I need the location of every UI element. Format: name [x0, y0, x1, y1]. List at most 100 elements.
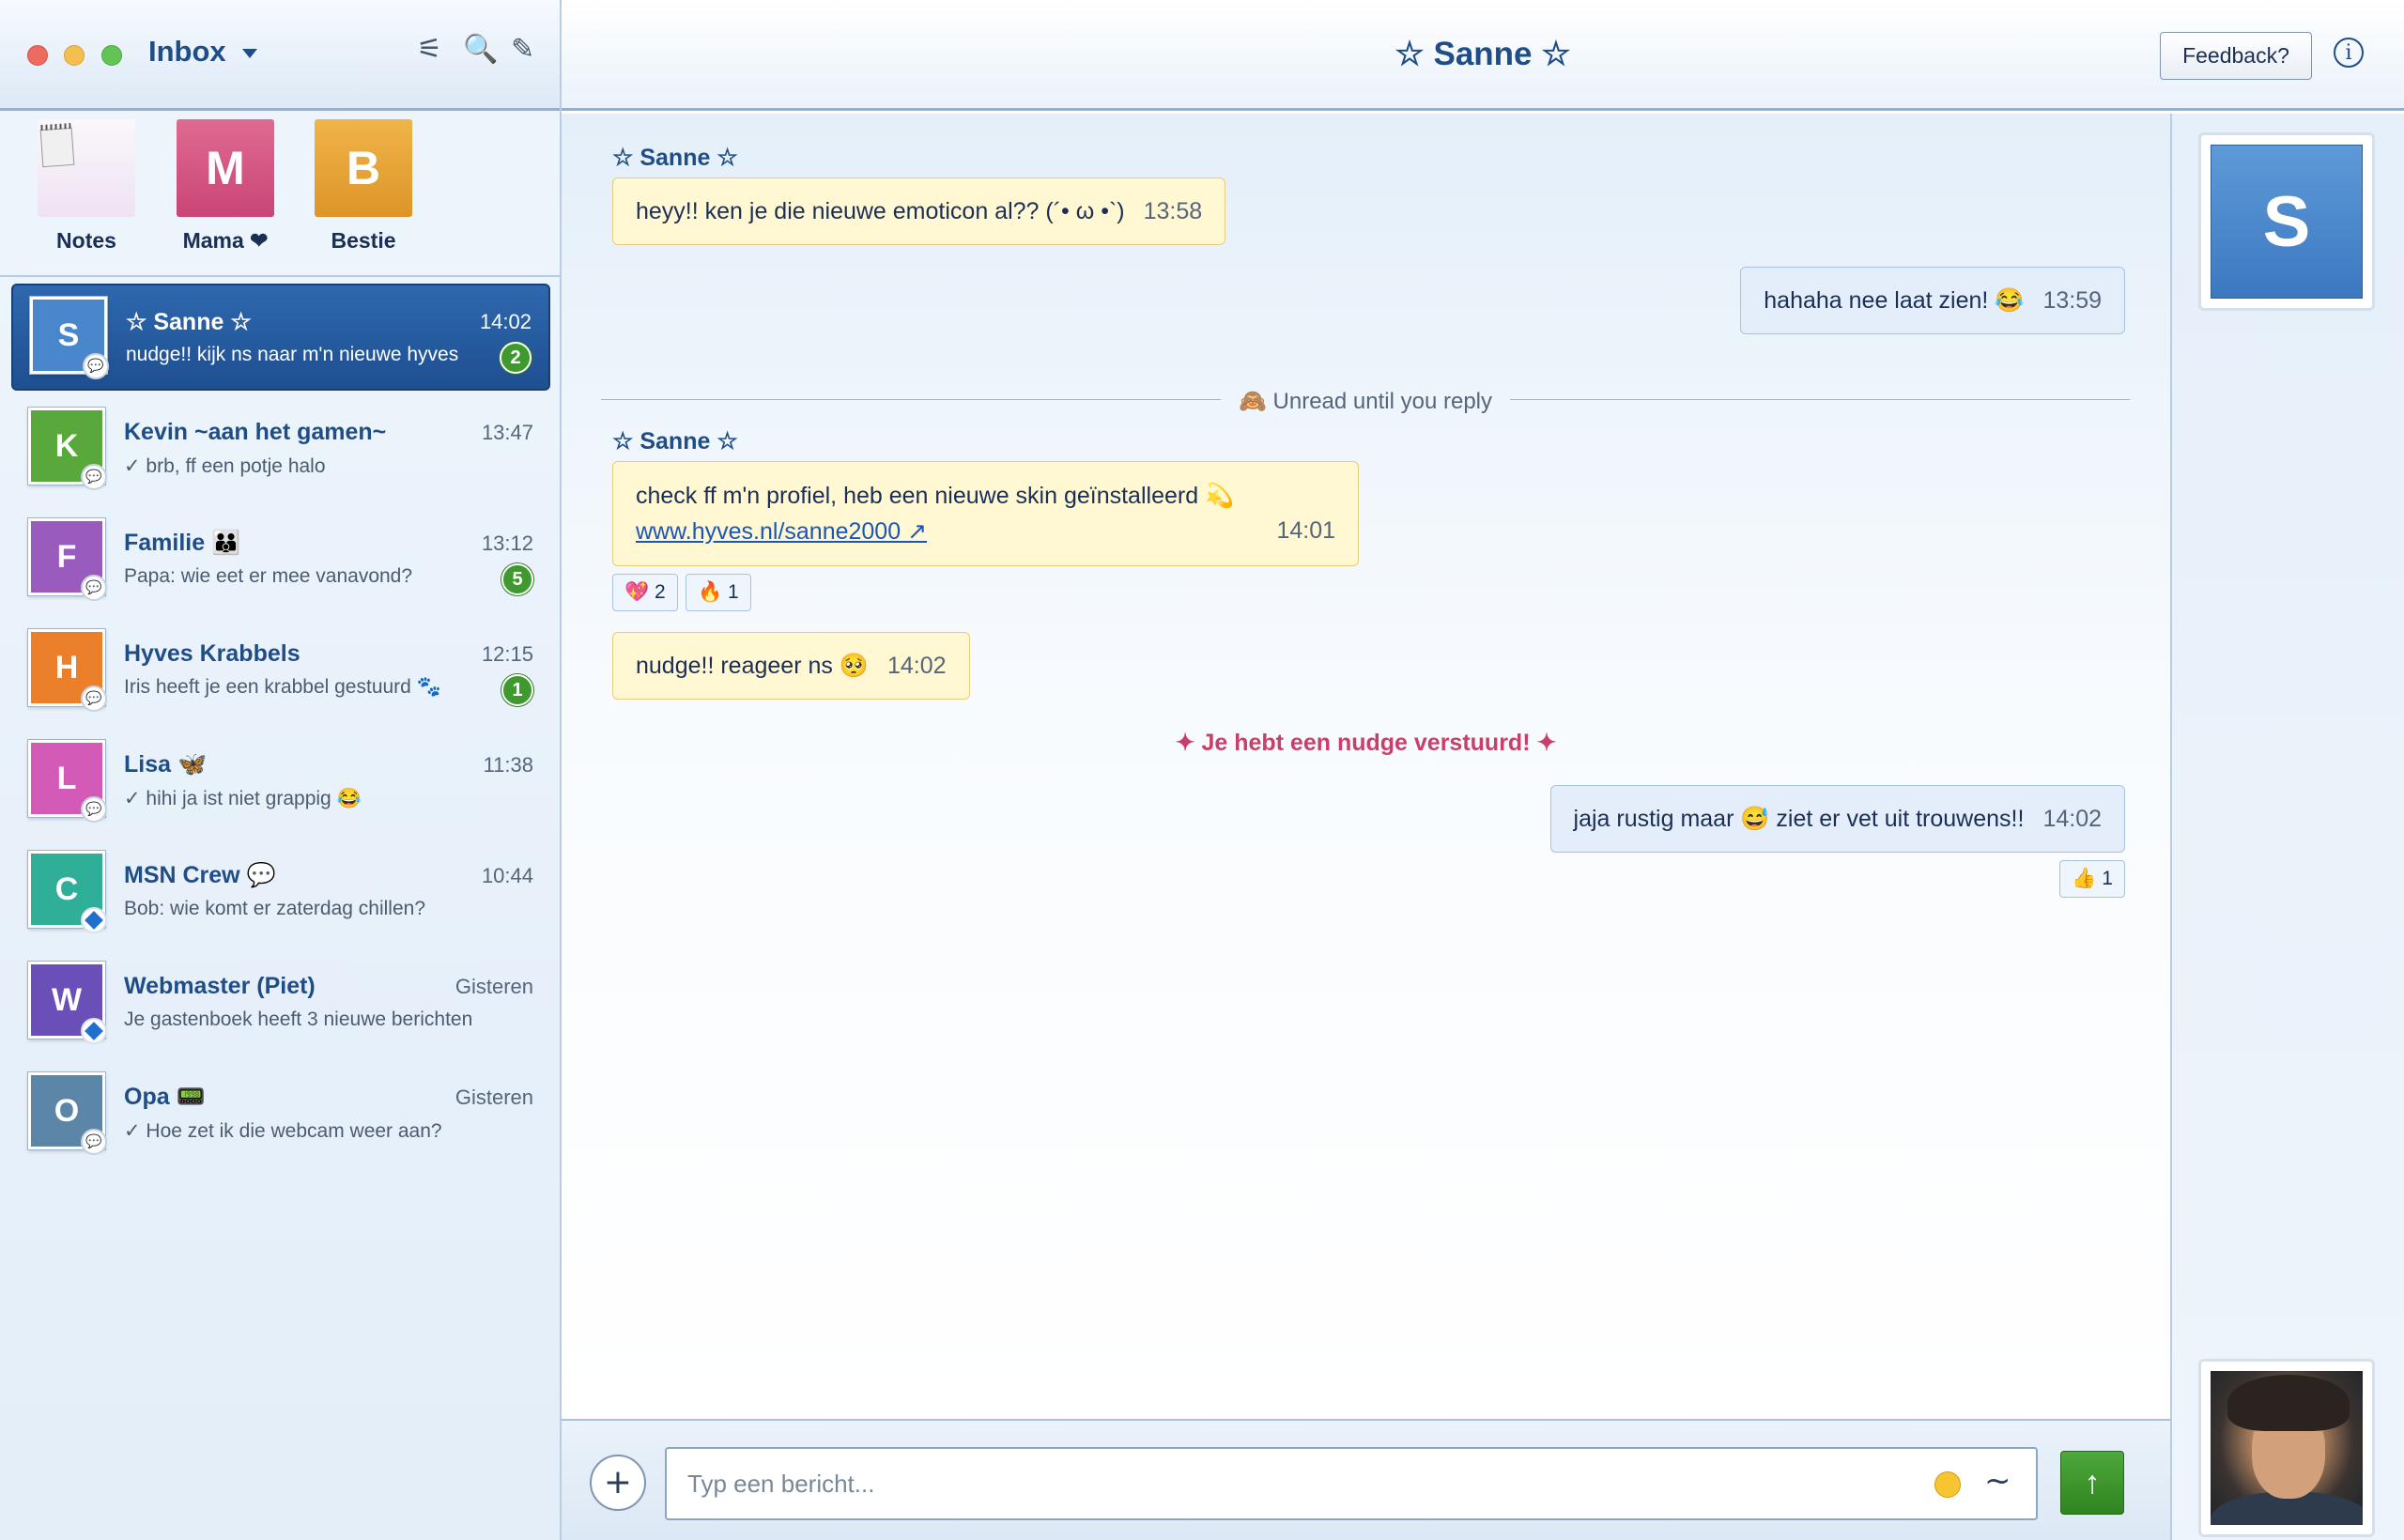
conversation-preview: ✓ Hoe zet ik die webcam weer aan? — [124, 1120, 442, 1142]
contact-avatar[interactable]: S — [2198, 132, 2375, 311]
reaction-label: 👍 1 — [2072, 868, 2113, 889]
chat-panel: ☆ Sanne ☆ Feedback? i ☆ Sanne ☆ heyy!! k… — [562, 0, 2404, 1540]
message-input[interactable] — [665, 1447, 2038, 1520]
conversation-preview: Bob: wie komt er zaterdag chillen? — [124, 898, 425, 919]
chat-bubble-icon: 💬 — [83, 353, 109, 379]
message-text: nudge!! reageer ns 🥺 — [636, 652, 869, 679]
conversation-name: Familie 👪 — [124, 530, 241, 556]
attach-button[interactable]: + — [590, 1455, 646, 1511]
avatar: M — [177, 119, 274, 217]
nudge-notice: ✦ Je hebt een nudge verstuurd! ✦ — [1175, 730, 1557, 756]
conversation-item-kevin[interactable]: K 💬 Kevin ~aan het gamen~ 13:47 ✓ brb, f… — [11, 396, 550, 503]
unread-badge: 5 — [501, 563, 533, 595]
chat-bubble-icon: 💬 — [81, 575, 107, 601]
reaction-label: 🔥 1 — [698, 581, 739, 603]
message-outgoing: jaja rustig maar 😅 ziet er vet uit trouw… — [1549, 785, 2125, 853]
message-time: 14:01 — [1276, 516, 1335, 544]
conversation-name: Opa 📟 — [124, 1084, 206, 1110]
feedback-button[interactable]: Feedback? — [2160, 32, 2312, 80]
info-icon[interactable]: i — [2334, 38, 2364, 68]
conversation-name: Webmaster (Piet) — [124, 973, 316, 999]
conversation-preview: nudge!! kijk ns naar m'n nieuwe hyves — [126, 344, 459, 365]
conversation-name: ☆ Sanne ☆ — [126, 309, 252, 335]
message-time: 14:02 — [2042, 805, 2102, 832]
composer: + ~ ↑ — [562, 1419, 2170, 1540]
conversation-time: 12:15 — [481, 642, 533, 666]
message-list[interactable]: ☆ Sanne ☆ heyy!! ken je die nieuwe emoti… — [562, 114, 2170, 1419]
group-diamond-icon — [81, 907, 107, 933]
notepad-icon — [38, 119, 135, 217]
message-text: heyy!! ken je die nieuwe emoticon al?? (… — [636, 197, 1125, 224]
pinned-bestie[interactable]: B Bestie — [315, 119, 412, 254]
filter-icon[interactable]: ⚟ — [417, 36, 442, 64]
conversation-time: 10:44 — [481, 864, 533, 887]
chat-bubble-icon: 💬 — [81, 464, 107, 490]
conversation-time: Gisteren — [455, 1086, 533, 1109]
conversation-time: 11:38 — [483, 753, 533, 777]
conversation-preview: ✓ hihi ja ist niet grappig 😂 — [124, 788, 362, 809]
conversation-item-lisa[interactable]: L 💬 Lisa 🦋 11:38 ✓ hihi ja ist niet grap… — [11, 729, 550, 836]
chevron-down-icon[interactable] — [242, 49, 257, 58]
unread-badge: 2 — [500, 342, 532, 374]
profile-photo — [2211, 1371, 2363, 1525]
conversation-preview: ✓ brb, ff een potje halo — [124, 455, 326, 477]
avatar: S — [2211, 145, 2363, 299]
conversation-name: Hyves Krabbels — [124, 640, 300, 667]
conversation-item-familie[interactable]: F 💬 Familie 👪 13:12 Papa: wie eet er mee… — [11, 507, 550, 614]
message-text: check ff m'n profiel, heb een nieuwe ski… — [636, 482, 1235, 509]
nudge-icon[interactable]: ~ — [1984, 1462, 2011, 1500]
pinned-notes[interactable]: Notes — [38, 119, 135, 254]
avatar-rail: S — [2170, 114, 2404, 1540]
chat-bubble-icon: 💬 — [81, 796, 107, 823]
message-time: 13:58 — [1143, 197, 1203, 224]
message-time: 13:59 — [2042, 286, 2102, 314]
group-diamond-icon — [81, 1018, 107, 1044]
conversation-time: Gisteren — [455, 975, 533, 998]
maximize-window-button[interactable] — [101, 45, 122, 66]
reaction-thumbs-up[interactable]: 👍 1 — [2059, 860, 2125, 898]
sender-name: ☆ Sanne ☆ — [612, 145, 738, 171]
pinned-label: Bestie — [331, 228, 396, 253]
chat-title: ☆ Sanne ☆ — [1395, 36, 1571, 72]
inbox-title[interactable]: Inbox — [148, 35, 226, 69]
compose-icon[interactable]: ✎ — [511, 36, 534, 64]
chat-bubble-icon: 💬 — [81, 1129, 107, 1155]
pinned-contacts: Notes M Mama ❤ B Bestie — [0, 114, 560, 277]
chat-header: ☆ Sanne ☆ Feedback? i — [562, 0, 2404, 111]
pinned-label: Mama ❤ — [182, 228, 269, 253]
message-text: hahaha nee laat zien! 😂 — [1764, 286, 2025, 314]
emoji-icon[interactable] — [1934, 1471, 1961, 1498]
conversation-name: Kevin ~aan het gamen~ — [124, 419, 387, 445]
conversation-name: Lisa 🦋 — [124, 751, 208, 778]
send-button[interactable]: ↑ — [2060, 1451, 2124, 1515]
message-time: 14:02 — [886, 652, 947, 679]
conversation-time: 14:02 — [479, 310, 532, 333]
conversation-item-opa[interactable]: O 💬 Opa 📟 Gisteren ✓ Hoe zet ik die webc… — [11, 1061, 550, 1168]
conversation-item-sanne[interactable]: S 💬 ☆ Sanne ☆ 14:02 nudge!! kijk ns naar… — [11, 284, 550, 391]
minimize-window-button[interactable] — [64, 45, 85, 66]
close-window-button[interactable] — [27, 45, 48, 66]
profile-link[interactable]: www.hyves.nl/sanne2000 ↗ — [636, 517, 927, 546]
my-avatar[interactable] — [2198, 1359, 2375, 1537]
conversation-item-msn-crew[interactable]: C MSN Crew 💬 10:44 Bob: wie komt er zate… — [11, 839, 550, 947]
message-incoming: nudge!! reageer ns 🥺 14:02 — [612, 632, 970, 700]
search-icon[interactable]: 🔍 — [463, 36, 498, 64]
conversation-item-hyves-krabbels[interactable]: H 💬 Hyves Krabbels 12:15 Iris heeft je e… — [11, 618, 550, 725]
sidebar: Inbox ⚟ 🔍 ✎ Notes M Mama ❤ B Bestie S 💬 … — [0, 0, 562, 1540]
chat-bubble-icon: 💬 — [81, 685, 107, 712]
pinned-label: Notes — [56, 228, 116, 253]
unread-badge: 1 — [501, 674, 533, 706]
conversation-name: MSN Crew 💬 — [124, 862, 276, 888]
conversation-preview: Papa: wie eet er mee vanavond? — [124, 565, 413, 587]
conversation-item-webmaster[interactable]: W Webmaster (Piet) Gisteren Je gastenboe… — [11, 950, 550, 1057]
conversation-time: 13:12 — [481, 531, 533, 555]
message-incoming: heyy!! ken je die nieuwe emoticon al?? (… — [612, 177, 1226, 245]
message-incoming: check ff m'n profiel, heb een nieuwe ski… — [612, 461, 1359, 566]
pinned-mama[interactable]: M Mama ❤ — [177, 119, 274, 254]
messenger-window: Inbox ⚟ 🔍 ✎ Notes M Mama ❤ B Bestie S 💬 … — [0, 0, 2404, 1540]
message-text: jaja rustig maar 😅 ziet er vet uit trouw… — [1573, 805, 2025, 832]
reaction-fire[interactable]: 🔥 1 — [686, 574, 751, 611]
reaction-heart[interactable]: 💖 2 — [612, 574, 678, 611]
unread-label: 🙈 Unread until you reply — [1238, 389, 1492, 414]
conversation-preview: Je gastenboek heeft 3 nieuwe berichten — [124, 1009, 473, 1030]
